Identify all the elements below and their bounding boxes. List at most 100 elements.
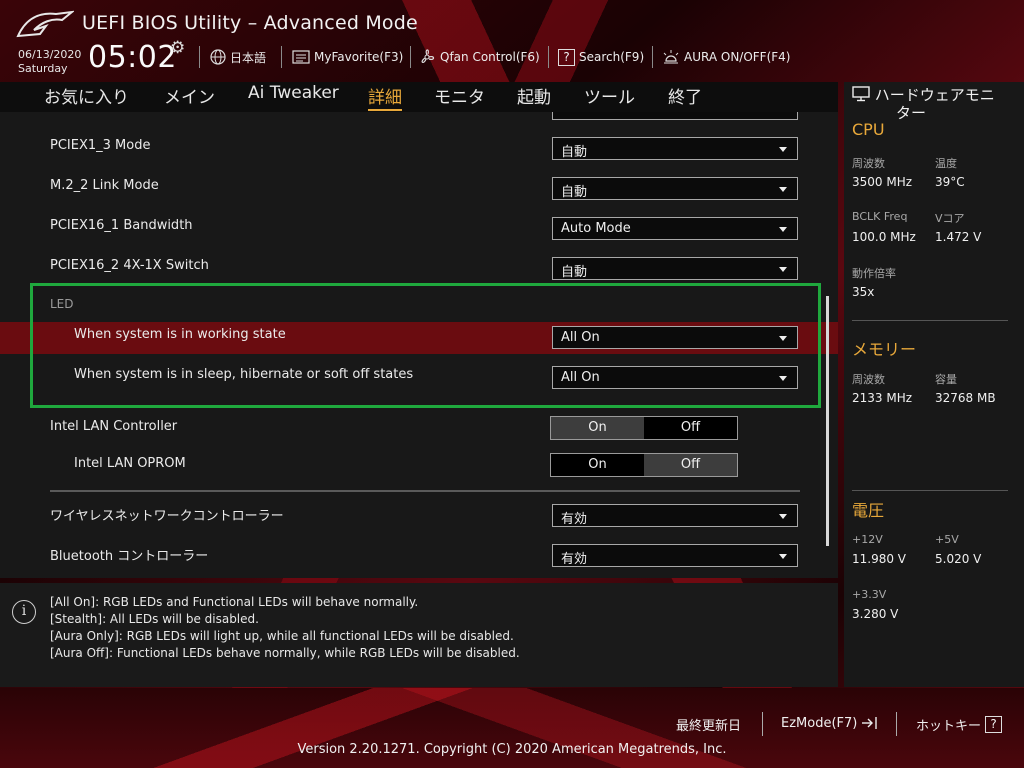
setting-label: PCIEX16_2 4X-1X Switch (50, 258, 209, 273)
exit-arrow-icon (862, 717, 878, 729)
app-title: UEFI BIOS Utility – Advanced Mode (82, 12, 418, 34)
header-divider (281, 46, 282, 68)
pciex1-3-mode-dropdown[interactable]: 自動 (552, 137, 798, 160)
caret-down-icon (779, 514, 787, 519)
mem-freq-label: 周波数 (852, 373, 885, 386)
hw-divider (852, 320, 1008, 321)
language-button[interactable]: 日本語 (210, 47, 266, 67)
ratio-value: 35x (852, 285, 875, 299)
tab-main[interactable]: メイン (164, 83, 215, 108)
tab-exit[interactable]: 終了 (668, 83, 702, 108)
hardware-monitor-panel: ハードウェアモニ ター CPU 周波数 温度 3500 MHz 39°C BCL… (844, 82, 1024, 687)
toggle-on-option[interactable]: On (551, 417, 644, 439)
toggle-off-option[interactable]: Off (644, 454, 737, 476)
intel-lan-controller-toggle[interactable]: On Off (550, 416, 738, 440)
rog-logo-icon (16, 10, 74, 38)
caret-down-icon (779, 147, 787, 152)
cpu-freq-value: 3500 MHz (852, 175, 913, 189)
myfavorite-label: MyFavorite(F3) (314, 50, 404, 64)
cpu-temp-value: 39°C (935, 175, 965, 189)
bclk-value: 100.0 MHz (852, 230, 916, 244)
setting-label: Bluetooth コントローラー (50, 549, 209, 564)
last-modified-button[interactable]: 最終更新日 (676, 715, 741, 734)
tab-favorites[interactable]: お気に入り (44, 83, 129, 108)
v12-value: 11.980 V (852, 552, 907, 566)
dropdown-value: Auto Mode (561, 221, 631, 236)
caret-down-icon (779, 554, 787, 559)
wireless-controller-dropdown[interactable]: 有効 (552, 504, 798, 527)
hotkeys-label: ホットキー (916, 719, 982, 734)
myfavorite-button[interactable]: MyFavorite(F3) (292, 47, 403, 67)
toggle-off-option[interactable]: Off (644, 417, 737, 439)
setting-label: M.2_2 Link Mode (50, 178, 159, 193)
intel-lan-oprom-toggle[interactable]: On Off (550, 453, 738, 477)
v12-label: +12V (852, 533, 883, 546)
search-label: Search(F9) (579, 50, 645, 64)
hw-title-line1: ハードウェアモニ (874, 86, 995, 104)
vcore-label: Vコア (935, 212, 965, 225)
header: UEFI BIOS Utility – Advanced Mode 06/13/… (0, 0, 1024, 82)
date-text: 06/13/2020 (18, 48, 82, 61)
tab-boot[interactable]: 起動 (517, 83, 551, 108)
day-text: Saturday (18, 62, 68, 75)
pciex16-1-bandwidth-dropdown[interactable]: Auto Mode (552, 217, 798, 240)
v33-value: 3.280 V (852, 607, 899, 621)
scrollbar[interactable] (826, 296, 829, 546)
setting-label: Intel LAN Controller (50, 419, 178, 434)
v5-value: 5.020 V (935, 552, 982, 566)
tab-ai-tweaker[interactable]: Ai Tweaker (248, 83, 339, 103)
help-panel: i [All On]: RGB LEDs and Functional LEDs… (0, 583, 838, 687)
dropdown-value: 有効 (561, 552, 588, 567)
tab-tool[interactable]: ツール (584, 83, 635, 108)
mem-cap-label: 容量 (935, 373, 957, 386)
caret-down-icon (779, 227, 787, 232)
main-menu: お気に入り メイン Ai Tweaker 詳細 モニタ 起動 ツール 終了 (0, 82, 838, 112)
memory-section-title: メモリー (852, 340, 917, 359)
hw-monitor-title: ハードウェアモニ ター (852, 86, 995, 122)
hotkeys-button[interactable]: ホットキー ? (916, 715, 1003, 734)
help-text-line: [All On]: RGB LEDs and Functional LEDs w… (50, 595, 419, 609)
monitor-icon (852, 86, 870, 102)
header-divider (548, 46, 549, 68)
tab-monitor[interactable]: モニタ (434, 83, 485, 108)
v5-label: +5V (935, 533, 959, 546)
toggle-on-option[interactable]: On (551, 454, 644, 476)
qfan-button[interactable]: Qfan Control(F6) (418, 47, 540, 67)
dropdown-value: 自動 (561, 145, 588, 160)
cpu-freq-label: 周波数 (852, 157, 885, 170)
help-text-line: [Stealth]: All LEDs will be disabled. (50, 612, 259, 626)
footer-divider (896, 712, 897, 736)
v33-label: +3.3V (852, 588, 887, 601)
caret-down-icon (779, 267, 787, 272)
partial-dropdown[interactable] (552, 112, 798, 120)
fan-icon (421, 49, 435, 63)
aura-label: AURA ON/OFF(F4) (684, 50, 791, 64)
header-divider (652, 46, 653, 68)
tab-advanced[interactable]: 詳細 (368, 83, 402, 111)
language-label: 日本語 (230, 50, 267, 65)
m2-2-link-mode-dropdown[interactable]: 自動 (552, 177, 798, 200)
footer-divider (762, 712, 763, 736)
favorite-icon (292, 50, 310, 64)
date-display: 06/13/2020 Saturday (18, 48, 81, 76)
bluetooth-controller-dropdown[interactable]: 有効 (552, 544, 798, 567)
gear-icon[interactable]: ⚙ (170, 38, 185, 58)
cpu-temp-label: 温度 (935, 157, 957, 170)
ezmode-label: EzMode(F7) (781, 715, 858, 731)
search-button[interactable]: ? Search(F9) (558, 47, 644, 67)
question-icon: ? (558, 48, 575, 66)
mem-cap-value: 32768 MB (935, 391, 996, 405)
aura-button[interactable]: AURA ON/OFF(F4) (662, 47, 790, 67)
aura-icon (663, 50, 679, 64)
dropdown-value: 有効 (561, 512, 588, 527)
question-icon: ? (985, 716, 1003, 733)
clock-time: 05:02 (88, 40, 177, 75)
bclk-label: BCLK Freq (852, 210, 908, 223)
cpu-section-title: CPU (852, 120, 885, 139)
vcore-value: 1.472 V (935, 230, 982, 244)
settings-panel: PCIEX1_3 Mode 自動 M.2_2 Link Mode 自動 PCIE… (0, 112, 838, 578)
ezmode-button[interactable]: EzMode(F7) (781, 715, 879, 731)
hw-divider (852, 490, 1008, 491)
pciex16-2-switch-dropdown[interactable]: 自動 (552, 257, 798, 280)
voltage-section-title: 電圧 (852, 501, 885, 520)
